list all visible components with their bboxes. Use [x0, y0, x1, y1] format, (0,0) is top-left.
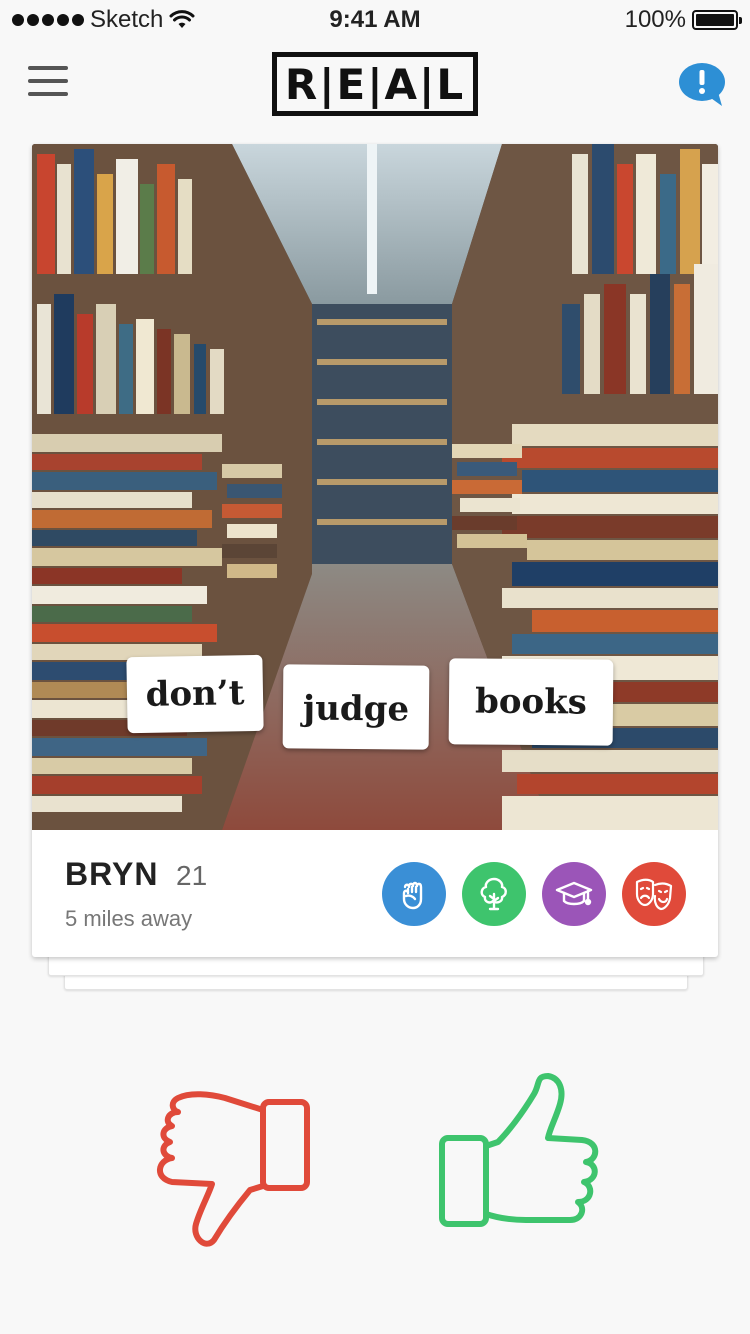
dislike-button[interactable] — [150, 1090, 314, 1254]
photo-tag-text: judge — [302, 688, 410, 730]
profile-photo: don’t judge books — [32, 144, 718, 830]
photo-tag-text: books — [474, 681, 588, 723]
interest-education[interactable] — [542, 862, 606, 926]
profile-info: BRYN 21 5 miles away — [32, 830, 718, 957]
interest-theater[interactable] — [622, 862, 686, 926]
menu-button[interactable] — [28, 66, 68, 100]
tree-icon — [480, 877, 507, 911]
photo-tag: don’t — [126, 654, 264, 734]
profile-age: 21 — [176, 860, 208, 891]
battery-status: 100% — [624, 6, 742, 34]
photo-tag: judge — [282, 664, 430, 750]
thumbs-down-icon — [157, 1091, 310, 1247]
interest-icons — [382, 862, 686, 926]
status-bar: Sketch 9:41 AM 100% — [0, 0, 750, 40]
alert-button[interactable] — [678, 62, 728, 108]
thumbs-up-icon — [439, 1073, 599, 1227]
app-logo: R|E|A|L — [272, 52, 478, 116]
profile-card[interactable]: don’t judge books BRYN 21 5 miles away — [32, 144, 718, 957]
photo-tag: books — [448, 658, 614, 746]
logo-text: R|E|A|L — [284, 59, 466, 109]
hamburger-menu-icon — [28, 66, 68, 70]
photo-tag-text: don’t — [145, 673, 245, 715]
exclamation-chat-bubble-icon — [679, 63, 725, 106]
battery-icon — [692, 10, 742, 30]
fist-icon — [402, 881, 423, 910]
interest-nature[interactable] — [462, 862, 526, 926]
battery-percent: 100% — [624, 6, 686, 33]
profile-distance: 5 miles away — [65, 906, 193, 931]
like-button[interactable] — [436, 1070, 602, 1236]
interest-activism[interactable] — [382, 862, 446, 926]
graduation-cap-icon — [555, 881, 593, 906]
theater-masks-icon — [635, 878, 673, 911]
profile-name: BRYN — [65, 856, 159, 892]
